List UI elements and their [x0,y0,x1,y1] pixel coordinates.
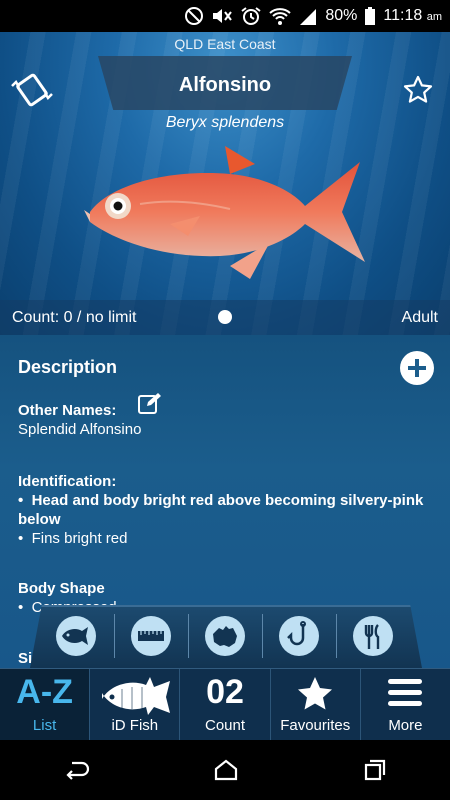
favourite-star-icon[interactable] [402,74,434,106]
edit-icon[interactable] [138,392,162,414]
rotate-icon[interactable] [8,72,56,108]
tab-id-fish-label: iD Fish [111,717,159,734]
menu-icon [388,679,423,706]
tab-id-fish[interactable]: iD Fish [90,669,181,740]
tab-bar: A-Z List iD Fish 02 Count Favourites Mor… [0,668,450,740]
tool-fish[interactable] [56,616,96,656]
australia-map-icon [213,626,237,647]
battery-icon [365,7,376,25]
mute-icon [213,9,233,23]
body-shape-heading: Body Shape [18,580,105,597]
signal-icon [300,9,317,25]
page-indicator-dot [218,310,232,324]
tool-divider [114,614,115,658]
tool-hook[interactable] [279,616,319,656]
system-nav-bar [0,740,450,800]
tool-map[interactable] [205,616,245,656]
fish-image [84,146,365,279]
status-bar: 80% 11:18 am [0,0,450,32]
home-icon[interactable] [213,758,239,782]
tab-favourites-label: Favourites [280,717,351,734]
battery-percent: 80% [325,7,358,24]
tab-count-label: Count [204,717,246,734]
recents-icon[interactable] [362,758,388,782]
ruler-icon [138,631,164,641]
clock-ampm: am [426,11,442,23]
tab-count[interactable]: 02 Count [180,669,271,740]
tab-favourites[interactable]: Favourites [271,669,361,740]
tool-divider [336,614,337,658]
other-names-section: Other Names: Splendid Alfonsino [18,401,438,439]
fish-icon [62,627,88,645]
identification-text-2: Fins bright red [31,530,128,547]
identification-text-1: Head and body bright red above becoming … [18,492,424,528]
tab-list-label: List [32,717,57,734]
tab-count-glyph: 02 [206,673,244,711]
scientific-name: Beryx splendens [165,114,285,131]
life-stage-label[interactable]: Adult [402,309,438,327]
identification-heading: Identification: [18,473,117,490]
back-icon[interactable] [62,758,90,782]
wifi-icon [269,8,292,25]
other-names-heading: Other Names: [18,402,117,419]
star-icon [298,677,333,710]
clock: 11:18 am [383,7,442,25]
do-not-disturb-icon [185,7,204,25]
cutlery-icon [364,624,380,649]
description-title: Description [18,357,118,377]
tool-divider [188,614,189,658]
alarm-icon [241,7,261,25]
region-label: QLD East Coast [174,36,276,52]
add-button[interactable] [400,351,434,385]
identification-section: Identification: • Head and body bright r… [18,472,438,548]
other-names-value: Splendid Alfonsino [18,421,142,438]
clock-time: 11:18 [383,7,423,24]
tab-more[interactable]: More [361,669,450,740]
count-label: Count: 0 / no limit [12,308,137,326]
tab-list-glyph: A-Z [16,673,73,711]
tab-list[interactable]: A-Z List [0,669,91,740]
fish-hero: QLD East Coast Alfonsino Beryx splendens… [0,32,450,335]
tool-divider [262,614,263,658]
fish-silhouette-icon [101,677,170,715]
hook-icon [287,621,306,646]
tool-cutlery[interactable] [353,616,393,656]
identification-item: • Head and body bright red above becomin… [18,492,424,528]
identification-item: • Fins bright red [18,530,128,547]
tool-ruler[interactable] [131,616,171,656]
tab-more-label: More [388,717,423,734]
fish-name: Alfonsino [178,74,272,96]
